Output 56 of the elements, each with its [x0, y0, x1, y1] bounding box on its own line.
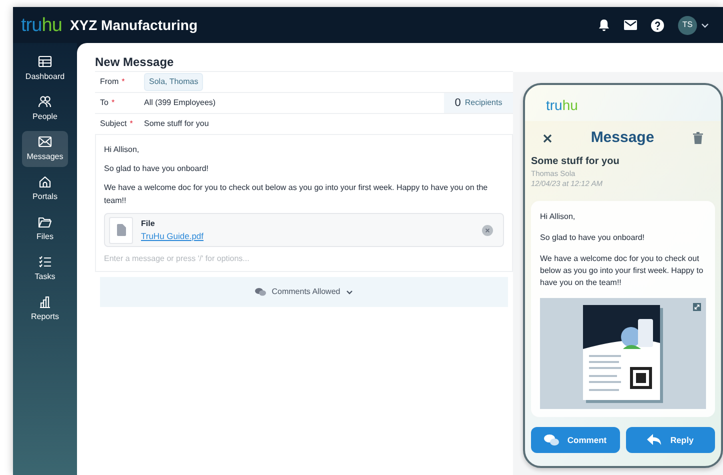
recipients-value: All (399 Employees) — [144, 97, 216, 109]
mail-icon[interactable] — [624, 20, 637, 30]
required-marker: * — [130, 118, 133, 130]
attachment-label: File — [141, 218, 156, 230]
message-paragraph: We have a welcome doc for you to check out below as you go into your first week. Happy to have you on the team!! — [540, 253, 704, 289]
expand-icon[interactable] — [693, 303, 701, 311]
field-label: To — [99, 97, 108, 109]
recipients-button[interactable]: 0 Recipients — [444, 93, 513, 113]
trash-icon[interactable] — [693, 132, 703, 144]
chat-bubbles-icon — [544, 434, 560, 446]
messages-icon — [38, 135, 52, 149]
message-paragraph: So glad to have you onboard! — [104, 163, 210, 175]
chevron-down-icon[interactable] — [701, 22, 709, 28]
attachment-link[interactable]: TruHu Guide.pdf — [141, 230, 204, 242]
sidebar-item[interactable]: People — [22, 91, 68, 127]
required-marker: * — [122, 76, 125, 88]
people-icon — [38, 95, 52, 109]
message-paragraph: We have a welcome doc for you to check out below as you go into your first week. Happy to have you on the team!! — [104, 182, 489, 207]
comment-button[interactable]: Comment — [531, 427, 620, 453]
reports-icon — [38, 295, 52, 309]
truhu-logo: truhu — [21, 16, 62, 34]
tasks-icon — [38, 255, 52, 269]
sidebar-item[interactable]: Messages — [22, 131, 68, 167]
reply-arrow-icon — [647, 434, 662, 446]
message-paragraph: Hi Allison, — [104, 144, 140, 156]
message-paragraph: Hi Allison, — [540, 211, 576, 223]
dashboard-icon — [38, 55, 52, 69]
field-label: From — [99, 76, 119, 88]
user-avatar[interactable]: TS — [678, 16, 697, 34]
truhu-logo: truhu — [546, 98, 578, 112]
sidebar-item[interactable]: Portals — [22, 171, 68, 207]
company-name: XYZ Manufacturing — [70, 16, 198, 35]
notifications-icon[interactable] — [598, 18, 610, 32]
compose-title: New Message — [95, 54, 175, 71]
sidebar-item[interactable]: Dashboard — [22, 51, 68, 87]
file-icon — [116, 224, 126, 236]
chevron-down-icon — [346, 290, 354, 294]
comments-allowed-dropdown[interactable]: Comments Allowed — [100, 277, 508, 307]
portals-icon — [38, 175, 52, 189]
reply-button[interactable]: Reply — [626, 427, 715, 453]
preview-subject: Some stuff for you — [531, 155, 620, 169]
help-icon[interactable] — [651, 18, 664, 32]
required-marker: * — [111, 97, 115, 109]
chat-bubbles-icon — [254, 288, 266, 296]
message-paragraph: So glad to have you onboard! — [540, 232, 646, 244]
sender-chip: Sola, Thomas — [144, 73, 204, 91]
field-label: Subject — [99, 118, 127, 130]
sidebar-item[interactable]: Tasks — [22, 251, 68, 287]
preview-title: Message — [590, 128, 654, 148]
remove-icon[interactable] — [482, 224, 493, 236]
sidebar-item[interactable]: Files — [22, 211, 68, 247]
sidebar-item[interactable]: Reports — [22, 291, 68, 327]
message-input[interactable]: Enter a message or press '/' for options... — [104, 253, 504, 265]
files-icon — [38, 215, 52, 229]
close-icon[interactable] — [543, 134, 552, 142]
subject-value: Some stuff for you — [144, 118, 209, 130]
